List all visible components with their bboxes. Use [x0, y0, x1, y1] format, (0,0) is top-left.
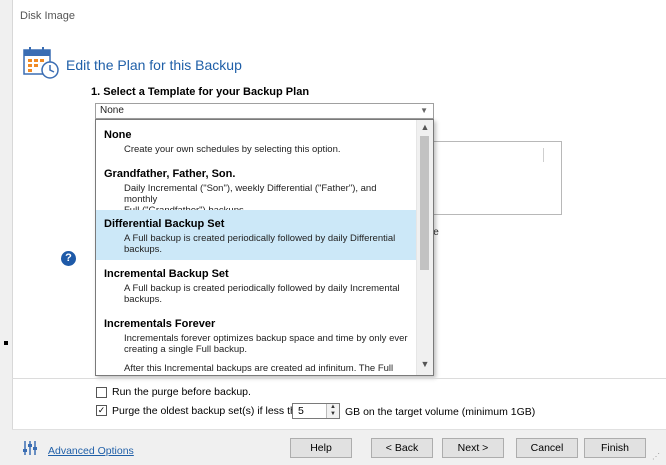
- stepper-down-icon[interactable]: ▼: [327, 411, 339, 418]
- help-icon[interactable]: ?: [61, 251, 76, 266]
- option-description: A Full backup is created periodically fo…: [102, 283, 410, 305]
- option-incremental[interactable]: Incremental Backup Set A Full backup is …: [96, 260, 416, 310]
- option-description-line: creating a single Full backup.: [124, 344, 248, 355]
- option-title: Incremental Backup Set: [104, 268, 229, 280]
- option-description: A Full backup is created periodically fo…: [102, 233, 410, 255]
- dropdown-scrollbar[interactable]: ▲ ▼: [416, 120, 433, 375]
- template-combobox-value: None: [100, 105, 124, 116]
- gb-stepper[interactable]: 5 ▲ ▼: [292, 403, 340, 419]
- back-button[interactable]: < Back: [371, 438, 433, 458]
- resize-grip-icon[interactable]: ⋰: [652, 452, 660, 461]
- stepper-up-icon[interactable]: ▲: [327, 404, 339, 411]
- next-button[interactable]: Next >: [442, 438, 504, 458]
- calendar-clock-icon: [23, 47, 59, 79]
- option-title: Grandfather, Father, Son.: [104, 168, 236, 180]
- gb-suffix-label: GB on the target volume (minimum 1GB): [345, 406, 536, 418]
- divider: [12, 378, 666, 379]
- cancel-button[interactable]: Cancel: [516, 438, 578, 458]
- scrollbar-thumb[interactable]: [420, 136, 429, 270]
- option-description-line: Incrementals forever optimizes backup sp…: [124, 333, 408, 344]
- purge-oldest-label: Purge the oldest backup set(s) if less t…: [112, 405, 308, 417]
- help-button[interactable]: Help: [290, 438, 352, 458]
- gb-value[interactable]: 5: [298, 405, 304, 417]
- run-purge-before-label: Run the purge before backup.: [112, 386, 251, 398]
- chevron-down-icon[interactable]: ▼: [420, 106, 428, 115]
- schedule-panel: [429, 141, 562, 215]
- template-dropdown-list[interactable]: None Create your own schedules by select…: [95, 119, 434, 376]
- option-title: Differential Backup Set: [104, 218, 225, 230]
- option-title: None: [104, 129, 132, 141]
- stepper-buttons[interactable]: ▲ ▼: [326, 404, 339, 418]
- marker-dot: [4, 341, 8, 345]
- purge-oldest-checkbox[interactable]: ✓: [96, 405, 107, 416]
- option-description-line: A Full backup is created periodically fo…: [124, 233, 396, 244]
- finish-button[interactable]: Finish: [584, 438, 646, 458]
- option-description-line: Daily Incremental ("Son"), weekly Differ…: [124, 183, 377, 205]
- option-none[interactable]: None Create your own schedules by select…: [96, 120, 416, 162]
- option-differential[interactable]: Differential Backup Set A Full backup is…: [96, 210, 416, 260]
- option-description-line: A Full backup is created periodically fo…: [124, 283, 400, 294]
- page-title: Edit the Plan for this Backup: [66, 57, 242, 73]
- advanced-options-link[interactable]: Advanced Options: [48, 445, 134, 457]
- template-combobox[interactable]: None ▼: [95, 103, 434, 119]
- sliders-icon[interactable]: [22, 440, 38, 456]
- scroll-down-icon[interactable]: ▼: [417, 359, 433, 373]
- option-description-line: backups.: [124, 294, 163, 305]
- option-description: Incrementals forever optimizes backup sp…: [102, 333, 410, 374]
- step-label: 1. Select a Template for your Backup Pla…: [91, 86, 310, 98]
- option-incrementals-forever[interactable]: Incrementals Forever Incrementals foreve…: [96, 310, 416, 375]
- run-purge-before-checkbox[interactable]: [96, 387, 107, 398]
- window-title: Disk Image: [20, 10, 76, 22]
- scroll-up-icon[interactable]: ▲: [417, 122, 433, 136]
- option-gfs[interactable]: Grandfather, Father, Son. Daily Incremen…: [96, 162, 416, 216]
- option-title: Incrementals Forever: [104, 318, 216, 330]
- option-description: Create your own schedules by selecting t…: [124, 144, 341, 155]
- option-description-line: backups.: [124, 244, 163, 255]
- option-description-line: After this Incremental backups are creat…: [124, 363, 394, 374]
